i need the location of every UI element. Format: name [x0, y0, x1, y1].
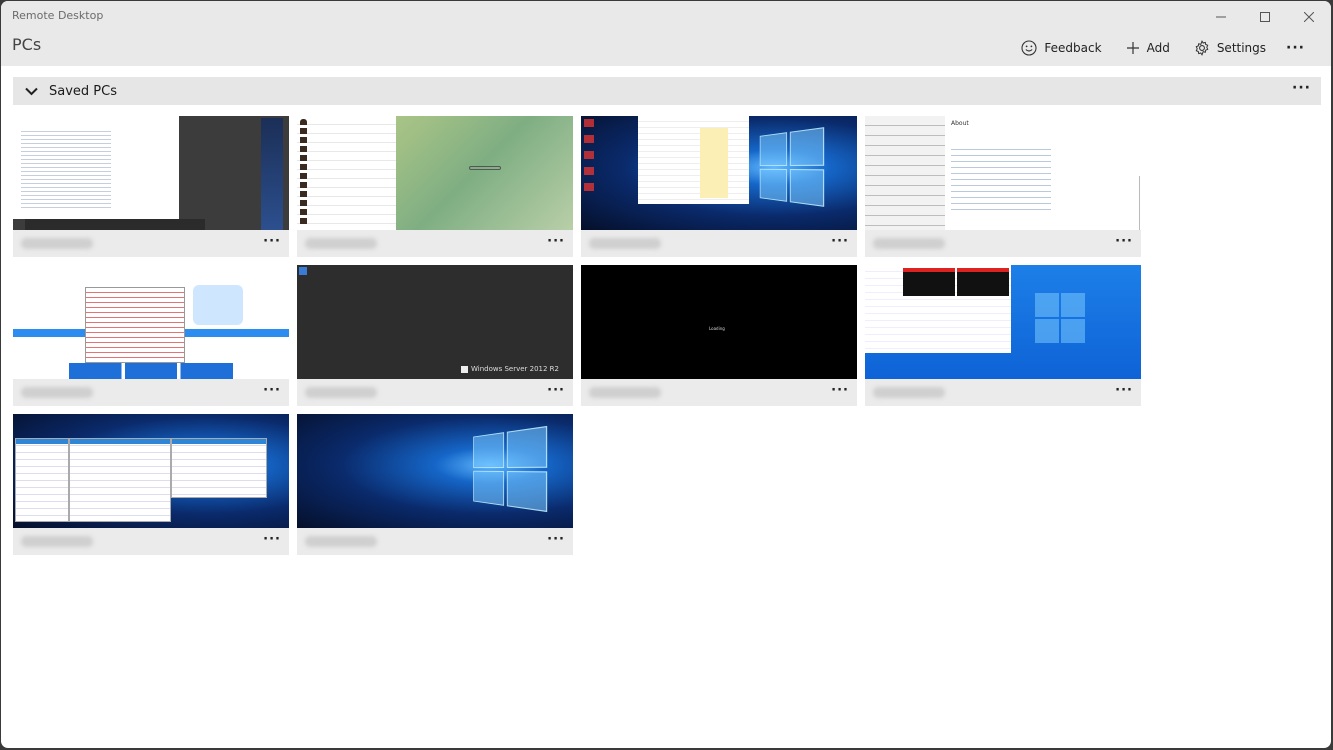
minimize-button[interactable]	[1199, 5, 1243, 29]
tile-footer: (blurred) ···	[13, 528, 289, 555]
pc-tile[interactable]: (blurred) ···	[581, 116, 857, 257]
pc-more-button[interactable]: ···	[831, 383, 849, 398]
pc-more-button[interactable]: ···	[831, 234, 849, 249]
pc-thumbnail: Windows Server 2012 R2	[297, 265, 573, 379]
close-icon	[1304, 12, 1314, 22]
saved-pcs-group-header[interactable]: Saved PCs ···	[13, 77, 1321, 105]
gear-icon	[1195, 40, 1209, 56]
more-options-button[interactable]: ···	[1278, 37, 1313, 59]
pc-tile[interactable]: (blurred) ···	[13, 116, 289, 257]
pc-tile[interactable]: (blurred) ···	[297, 116, 573, 257]
pc-name: (blurred)	[305, 536, 377, 547]
pc-thumbnail: About	[865, 116, 1141, 230]
minimize-icon	[1216, 16, 1226, 18]
tile-footer: (blurred) ···	[13, 379, 289, 406]
chevron-down-icon[interactable]	[25, 87, 41, 96]
pc-more-button[interactable]: ···	[263, 383, 281, 398]
tile-footer: (blurred) ···	[865, 379, 1141, 406]
pc-grid: (blurred) ··· (blurred) ··· (blurred)	[13, 116, 1141, 555]
feedback-button[interactable]: Feedback	[1009, 37, 1113, 59]
pc-thumbnail	[581, 116, 857, 230]
pc-thumbnail	[297, 414, 573, 528]
pc-name: (blurred)	[21, 536, 93, 547]
pc-more-button[interactable]: ···	[263, 234, 281, 249]
add-button[interactable]: Add	[1114, 37, 1182, 59]
pc-thumbnail	[13, 414, 289, 528]
maximize-icon	[1260, 12, 1270, 22]
close-button[interactable]	[1287, 5, 1331, 29]
pc-tile[interactable]: About (blurred) ···	[865, 116, 1141, 257]
page-title: PCs	[12, 35, 42, 54]
maximize-button[interactable]	[1243, 5, 1287, 29]
app-title: Remote Desktop	[12, 9, 104, 22]
settings-label: Settings	[1216, 41, 1267, 55]
plus-icon	[1126, 42, 1139, 54]
pc-name: (blurred)	[589, 238, 661, 249]
tile-footer: (blurred) ···	[297, 230, 573, 257]
pc-name: (blurred)	[873, 387, 945, 398]
tile-footer: (blurred) ···	[581, 230, 857, 257]
add-label: Add	[1146, 41, 1170, 55]
pc-tile[interactable]: (blurred) ···	[297, 414, 573, 555]
pc-more-button[interactable]: ···	[1115, 234, 1133, 249]
smiley-icon	[1021, 40, 1037, 56]
pc-tile[interactable]: (blurred) ···	[13, 414, 289, 555]
pc-name: (blurred)	[305, 387, 377, 398]
feedback-label: Feedback	[1044, 41, 1102, 55]
pc-name: (blurred)	[305, 238, 377, 249]
title-bar: Remote Desktop PCs Feedback Add Settings…	[1, 1, 1331, 66]
tile-footer: (blurred) ···	[297, 528, 573, 555]
pc-more-button[interactable]: ···	[263, 532, 281, 547]
pc-tile[interactable]: (blurred) ···	[865, 265, 1141, 406]
pc-tile[interactable]: Loading (blurred) ···	[581, 265, 857, 406]
tile-footer: (blurred) ···	[13, 230, 289, 257]
pc-thumbnail	[13, 116, 289, 230]
pc-more-button[interactable]: ···	[547, 532, 565, 547]
group-more-button[interactable]: ···	[1292, 80, 1311, 96]
pc-more-button[interactable]: ···	[1115, 383, 1133, 398]
pc-thumbnail	[13, 265, 289, 379]
group-label: Saved PCs	[49, 83, 117, 99]
pc-name: (blurred)	[21, 238, 93, 249]
pc-thumbnail	[297, 116, 573, 230]
pc-thumbnail: Loading	[581, 265, 857, 379]
tile-footer: (blurred) ···	[297, 379, 573, 406]
pc-name: (blurred)	[21, 387, 93, 398]
tile-footer: (blurred) ···	[865, 230, 1141, 257]
pc-tile[interactable]: Windows Server 2012 R2 (blurred) ···	[297, 265, 573, 406]
server-label: Windows Server 2012 R2	[460, 365, 559, 373]
settings-button[interactable]: Settings	[1182, 37, 1278, 59]
screen-message: Loading	[709, 326, 725, 331]
remote-desktop-window: Remote Desktop PCs Feedback Add Settings…	[1, 1, 1331, 748]
tile-footer: (blurred) ···	[581, 379, 857, 406]
about-heading: About	[951, 120, 969, 127]
pc-name: (blurred)	[873, 238, 945, 249]
pc-name: (blurred)	[589, 387, 661, 398]
pc-more-button[interactable]: ···	[547, 234, 565, 249]
pc-thumbnail	[865, 265, 1141, 379]
pc-more-button[interactable]: ···	[547, 383, 565, 398]
toolbar: Feedback Add Settings ···	[1009, 37, 1313, 59]
pc-tile[interactable]: (blurred) ···	[13, 265, 289, 406]
